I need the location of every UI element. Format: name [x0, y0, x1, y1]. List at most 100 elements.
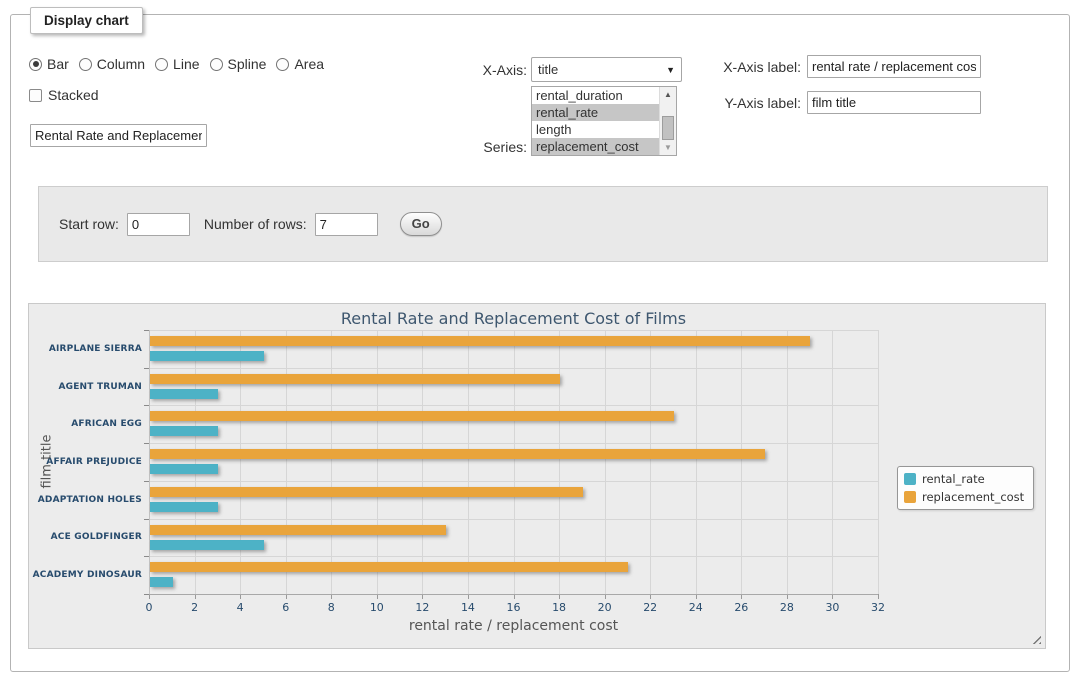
- chart-type-label: Bar: [47, 56, 69, 72]
- legend-item-replacement_cost[interactable]: replacement_cost: [904, 490, 1024, 504]
- legend-label: replacement_cost: [922, 490, 1024, 504]
- x-axis-title: rental rate / replacement cost: [149, 618, 878, 634]
- row-controls-panel: Start row: Number of rows: Go: [38, 186, 1048, 262]
- category-label: AFRICAN EGG: [29, 419, 142, 429]
- legend-item-rental_rate[interactable]: rental_rate: [904, 472, 1024, 486]
- bar-rental_rate[interactable]: [150, 502, 218, 512]
- num-rows-label: Number of rows:: [204, 216, 307, 232]
- y-axis-title: film title: [40, 432, 55, 492]
- x-axis-line: [149, 594, 878, 595]
- go-button[interactable]: Go: [400, 212, 442, 236]
- legend-swatch-icon: [904, 473, 916, 485]
- gridline: [240, 330, 241, 594]
- x-tick-label: 26: [734, 601, 748, 614]
- bar-rental_rate[interactable]: [150, 426, 218, 436]
- gridline: [696, 330, 697, 594]
- x-tick-label: 2: [191, 601, 198, 614]
- chart-type-label: Column: [97, 56, 145, 72]
- series-options: rental_durationrental_ratelengthreplacem…: [532, 87, 659, 155]
- stacked-label: Stacked: [48, 87, 99, 103]
- scroll-up-icon[interactable]: ▲: [660, 87, 676, 102]
- bar-rental_rate[interactable]: [150, 389, 218, 399]
- bar-replacement_cost[interactable]: [150, 411, 674, 421]
- gridline: [195, 330, 196, 594]
- y-axis-line: [149, 330, 150, 594]
- bar-replacement_cost[interactable]: [150, 562, 628, 572]
- listbox-scrollbar[interactable]: ▲ ▼: [659, 87, 676, 155]
- resize-grip-icon[interactable]: [1030, 633, 1041, 644]
- start-row-label: Start row:: [59, 216, 119, 232]
- gridline: [331, 330, 332, 594]
- chart-title-input[interactable]: [30, 124, 207, 147]
- legend-label: rental_rate: [922, 472, 985, 486]
- chart-type-option-area[interactable]: Area: [276, 56, 324, 72]
- gridline: [422, 330, 423, 594]
- gridline: [787, 330, 788, 594]
- radio-icon[interactable]: [79, 58, 92, 71]
- category-label: ACE GOLDFINGER: [29, 532, 142, 542]
- x-tick-label: 4: [237, 601, 244, 614]
- chart-type-option-spline[interactable]: Spline: [210, 56, 267, 72]
- scrollbar-thumb[interactable]: [662, 116, 674, 140]
- stacked-row: Stacked: [29, 87, 99, 103]
- bar-replacement_cost[interactable]: [150, 374, 560, 384]
- series-option[interactable]: rental_rate: [532, 104, 659, 121]
- series-listbox[interactable]: rental_durationrental_ratelengthreplacem…: [531, 86, 677, 156]
- bar-replacement_cost[interactable]: [150, 449, 765, 459]
- chart-title: Rental Rate and Replacement Cost of Film…: [149, 309, 878, 328]
- radio-icon[interactable]: [155, 58, 168, 71]
- x-tick-label: 24: [689, 601, 703, 614]
- x-tick-label: 30: [825, 601, 839, 614]
- bar-rental_rate[interactable]: [150, 464, 218, 474]
- stacked-checkbox[interactable]: [29, 89, 42, 102]
- radio-icon[interactable]: [210, 58, 223, 71]
- category-label: ADAPTATION HOLES: [29, 495, 142, 505]
- x-tick-label: 12: [415, 601, 429, 614]
- gridline: [559, 330, 560, 594]
- x-tick-label: 0: [146, 601, 153, 614]
- x-tick-label: 10: [370, 601, 384, 614]
- scroll-down-icon[interactable]: ▼: [660, 140, 676, 155]
- value-tick: [878, 594, 879, 599]
- fieldset-legend: Display chart: [30, 7, 143, 34]
- gridline: [286, 330, 287, 594]
- x-tick-label: 18: [552, 601, 566, 614]
- y-axis-label-label: Y-Axis label:: [722, 95, 801, 111]
- gridline: [514, 330, 515, 594]
- bar-replacement_cost[interactable]: [150, 525, 446, 535]
- bar-replacement_cost[interactable]: [150, 487, 583, 497]
- chart-type-option-bar[interactable]: Bar: [29, 56, 69, 72]
- x-tick-label: 14: [461, 601, 475, 614]
- page: Display chart Bar Column Line Spline Area St…: [0, 0, 1081, 681]
- gridline: [650, 330, 651, 594]
- series-option[interactable]: length: [532, 121, 659, 138]
- gridline: [468, 330, 469, 594]
- x-axis-label-input[interactable]: [807, 55, 981, 78]
- chart-type-label: Line: [173, 56, 199, 72]
- x-axis-label-label: X-Axis label:: [722, 59, 801, 75]
- x-axis-select[interactable]: title ▼: [531, 57, 682, 82]
- gridline: [832, 330, 833, 594]
- bar-replacement_cost[interactable]: [150, 336, 810, 346]
- gridline: [878, 330, 879, 594]
- start-row-input[interactable]: [127, 213, 190, 236]
- bar-rental_rate[interactable]: [150, 351, 264, 361]
- series-option[interactable]: rental_duration: [532, 87, 659, 104]
- bar-rental_rate[interactable]: [150, 577, 173, 587]
- chart-type-label: Area: [294, 56, 324, 72]
- y-axis-label-input[interactable]: [807, 91, 981, 114]
- x-tick-label: 22: [643, 601, 657, 614]
- x-tick-label: 28: [780, 601, 794, 614]
- chart-type-option-line[interactable]: Line: [155, 56, 199, 72]
- series-option[interactable]: replacement_cost: [532, 138, 659, 155]
- category-label: AIRPLANE SIERRA: [29, 344, 142, 354]
- x-tick-label: 20: [598, 601, 612, 614]
- bar-rental_rate[interactable]: [150, 540, 264, 550]
- radio-icon[interactable]: [276, 58, 289, 71]
- series-select-label: Series:: [470, 139, 527, 155]
- chart: Rental Rate and Replacement Cost of Film…: [28, 303, 1046, 649]
- radio-icon[interactable]: [29, 58, 42, 71]
- category-label: ACADEMY DINOSAUR: [29, 570, 142, 580]
- chart-type-option-column[interactable]: Column: [79, 56, 145, 72]
- num-rows-input[interactable]: [315, 213, 378, 236]
